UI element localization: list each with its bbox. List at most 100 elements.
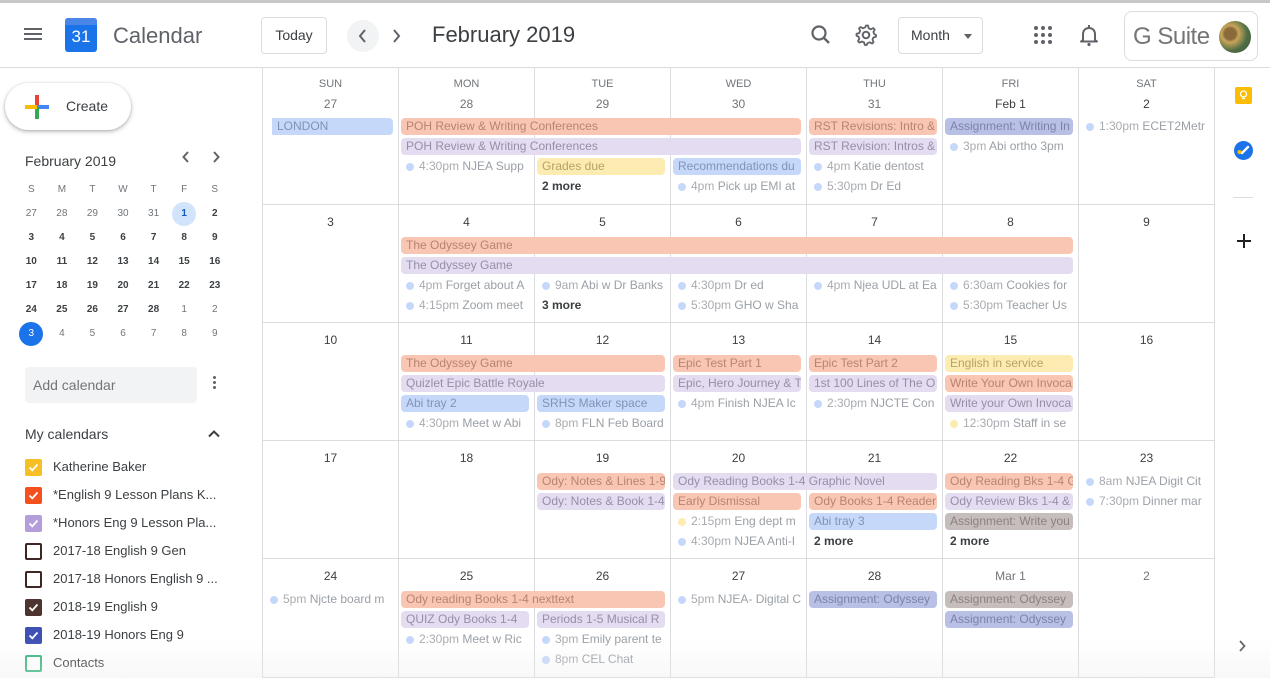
mini-calendar-day[interactable]: 23 bbox=[199, 274, 230, 298]
more-options-icon[interactable] bbox=[206, 374, 222, 396]
day-cell[interactable]: SAT 2 bbox=[1079, 68, 1215, 205]
keep-icon[interactable] bbox=[1235, 87, 1252, 104]
day-number[interactable]: 4 bbox=[399, 215, 534, 229]
more-events-link[interactable]: 2 more bbox=[945, 533, 1073, 550]
checkbox-checked[interactable] bbox=[25, 627, 42, 644]
mini-calendar-day[interactable]: 28 bbox=[138, 298, 169, 322]
mini-calendar-day[interactable]: 2 bbox=[199, 298, 230, 322]
day-number[interactable]: 25 bbox=[399, 569, 534, 583]
day-number[interactable]: 28 bbox=[399, 97, 534, 111]
day-number[interactable]: 16 bbox=[1079, 333, 1214, 347]
all-day-event[interactable]: RST Revision: Intros & bbox=[809, 138, 937, 155]
all-day-event[interactable]: Epic Test Part 2 bbox=[809, 355, 937, 372]
checkbox-checked[interactable] bbox=[25, 487, 42, 504]
all-day-event[interactable]: QUIZ Ody Books 1-4 bbox=[401, 611, 529, 628]
mini-calendar-day[interactable]: 22 bbox=[169, 274, 200, 298]
apps-grid-icon[interactable] bbox=[1030, 22, 1056, 48]
timed-event[interactable]: 3pm Abi ortho 3pm bbox=[945, 138, 1073, 155]
mini-calendar-day[interactable]: 30 bbox=[108, 202, 139, 226]
calendar-list-item[interactable]: *Honors Eng 9 Lesson Pla... bbox=[25, 513, 235, 541]
more-events-link[interactable]: 2 more bbox=[809, 533, 937, 550]
timed-event[interactable]: 4pm Njea UDL at Ea bbox=[809, 277, 937, 294]
day-number[interactable]: 14 bbox=[807, 333, 942, 347]
timed-event[interactable]: 7:30pm Dinner mar bbox=[1081, 493, 1209, 510]
mini-calendar-day[interactable]: 24 bbox=[16, 298, 47, 322]
day-number[interactable]: 20 bbox=[671, 451, 806, 465]
mini-calendar-next-button[interactable] bbox=[206, 150, 226, 170]
calendar-list-item[interactable]: 2018-19 English 9 bbox=[25, 597, 235, 625]
timed-event[interactable]: 8am NJEA Digit Cit bbox=[1081, 473, 1209, 490]
mini-calendar-day[interactable]: 4 bbox=[47, 226, 78, 250]
mini-calendar-day[interactable]: 29 bbox=[77, 202, 108, 226]
day-number[interactable]: 18 bbox=[399, 451, 534, 465]
all-day-event[interactable]: Quizlet Epic Battle Royale bbox=[401, 375, 665, 392]
all-day-event[interactable]: Ody: Notes & Book 1-4 bbox=[537, 493, 665, 510]
timed-event[interactable]: 4:30pm NJEA Supp bbox=[401, 158, 529, 175]
mini-calendar-day[interactable]: 12 bbox=[77, 250, 108, 274]
all-day-event[interactable]: Early Dismissal bbox=[673, 493, 801, 510]
timed-event[interactable]: 4:30pm NJEA Anti-I bbox=[673, 533, 801, 550]
timed-event[interactable]: 8pm FLN Feb Board bbox=[537, 415, 665, 432]
mini-calendar-day[interactable]: 26 bbox=[77, 298, 108, 322]
mini-calendar-day[interactable]: 20 bbox=[108, 274, 139, 298]
more-events-link[interactable]: 3 more bbox=[537, 297, 665, 314]
calendar-list-item[interactable]: *English 9 Lesson Plans K... bbox=[25, 485, 235, 513]
timed-event[interactable]: 5:30pm Dr Ed bbox=[809, 178, 937, 195]
mini-calendar-day[interactable]: 31 bbox=[138, 202, 169, 226]
main-menu-icon[interactable] bbox=[21, 23, 45, 47]
mini-calendar-day[interactable]: 8 bbox=[169, 226, 200, 250]
all-day-event[interactable]: Ody reading Books 1-4 nexttext bbox=[401, 591, 665, 608]
day-number[interactable]: 28 bbox=[807, 569, 942, 583]
day-number[interactable]: 2 bbox=[1079, 569, 1214, 583]
calendar-list-item[interactable]: Contacts bbox=[25, 653, 235, 681]
calendar-list-item[interactable]: 2017-18 Honors English 9 ... bbox=[25, 569, 235, 597]
checkbox-checked[interactable] bbox=[25, 515, 42, 532]
tasks-icon[interactable] bbox=[1234, 141, 1253, 160]
day-cell[interactable]: MON 28 bbox=[399, 68, 535, 205]
day-number[interactable]: 30 bbox=[671, 97, 806, 111]
day-cell[interactable]: 2 bbox=[1079, 559, 1215, 678]
plus-icon[interactable] bbox=[1234, 231, 1254, 251]
day-cell[interactable]: 27 bbox=[671, 559, 807, 678]
mini-calendar-day[interactable]: 28 bbox=[47, 202, 78, 226]
day-number[interactable]: Feb 1 bbox=[943, 97, 1078, 111]
more-events-link[interactable]: 2 more bbox=[537, 178, 665, 195]
mini-calendar-day[interactable]: 7 bbox=[138, 322, 169, 346]
all-day-event[interactable]: Periods 1-5 Musical R bbox=[537, 611, 665, 628]
all-day-event[interactable]: Ody Books 1-4 Reader bbox=[809, 493, 937, 510]
day-number[interactable]: 26 bbox=[535, 569, 670, 583]
previous-period-button[interactable] bbox=[347, 20, 379, 52]
day-number[interactable]: 7 bbox=[807, 215, 942, 229]
all-day-event[interactable]: 1st 100 Lines of The O bbox=[809, 375, 937, 392]
timed-event[interactable]: 6:30am Cookies for bbox=[945, 277, 1073, 294]
day-number[interactable]: 13 bbox=[671, 333, 806, 347]
day-number[interactable]: 27 bbox=[263, 97, 398, 111]
all-day-event[interactable]: Abi tray 3 bbox=[809, 513, 937, 530]
all-day-event[interactable]: Assignment: Writing In bbox=[945, 118, 1073, 135]
all-day-event[interactable]: The Odyssey Game bbox=[401, 257, 1073, 274]
timed-event[interactable]: 4pm Katie dentost bbox=[809, 158, 937, 175]
day-number[interactable]: 11 bbox=[399, 333, 534, 347]
timed-event[interactable]: 4:30pm Meet w Abi bbox=[401, 415, 529, 432]
all-day-event[interactable]: The Odyssey Game bbox=[401, 355, 665, 372]
mini-calendar-day[interactable]: 3 bbox=[16, 226, 47, 250]
mini-calendar-day[interactable]: 13 bbox=[108, 250, 139, 274]
calendar-list-item[interactable]: 2017-18 English 9 Gen bbox=[25, 541, 235, 569]
account-switcher[interactable]: G Suite bbox=[1124, 11, 1258, 61]
chevron-right-icon[interactable] bbox=[1237, 639, 1247, 658]
day-number[interactable]: 27 bbox=[671, 569, 806, 583]
timed-event[interactable]: 4pm Forget about A bbox=[401, 277, 529, 294]
notifications-bell-icon[interactable] bbox=[1076, 22, 1102, 48]
all-day-event[interactable]: Recommendations du bbox=[673, 158, 801, 175]
all-day-event[interactable]: Abi tray 2 bbox=[401, 395, 529, 412]
mini-calendar-day[interactable]: 3 bbox=[16, 322, 47, 346]
timed-event[interactable]: 8pm CEL Chat bbox=[537, 651, 665, 668]
checkbox-unchecked[interactable] bbox=[25, 543, 42, 560]
timed-event[interactable]: 1:30pm ECET2Metr bbox=[1081, 118, 1209, 135]
mini-calendar-day[interactable]: 6 bbox=[108, 226, 139, 250]
day-number[interactable]: 21 bbox=[807, 451, 942, 465]
timed-event[interactable]: 4:30pm Dr ed bbox=[673, 277, 801, 294]
timed-event[interactable]: 5:30pm GHO w Sha bbox=[673, 297, 801, 314]
day-cell[interactable]: 28 bbox=[807, 559, 943, 678]
mini-calendar-day[interactable]: 14 bbox=[138, 250, 169, 274]
